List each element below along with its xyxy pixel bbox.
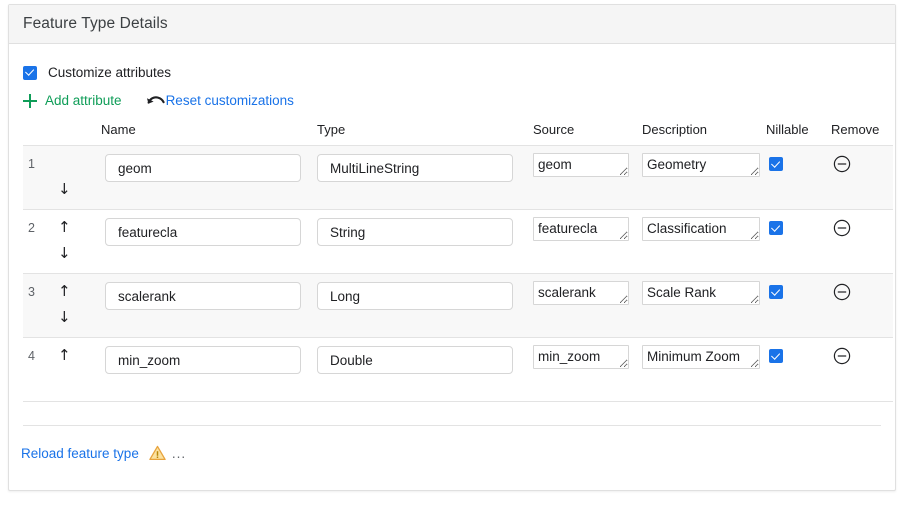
attribute-source-input[interactable]: scalerank bbox=[533, 281, 629, 305]
table-body: 1 ↓ geom Geometry 2 ↑ ↓ featurecla Classificatio… bbox=[23, 145, 893, 402]
move-up-icon[interactable]: ↑ bbox=[58, 220, 71, 235]
nillable-checkbox[interactable] bbox=[769, 221, 783, 235]
attribute-name-input[interactable] bbox=[105, 218, 301, 246]
move-up-icon[interactable]: ↑ bbox=[58, 348, 71, 363]
column-header-description: Description bbox=[642, 122, 708, 137]
reset-customizations-label: Reset customizations bbox=[165, 93, 294, 108]
customize-attributes-label: Customize attributes bbox=[48, 65, 172, 80]
card-header: Feature Type Details bbox=[9, 5, 895, 44]
move-down-icon[interactable]: ↓ bbox=[58, 310, 71, 325]
attribute-source-input[interactable]: featurecla bbox=[533, 217, 629, 241]
attribute-type-input[interactable] bbox=[317, 346, 513, 374]
column-header-name: Name bbox=[101, 122, 136, 137]
remove-attribute-icon[interactable] bbox=[833, 219, 851, 237]
row-index: 3 bbox=[28, 285, 35, 299]
feature-type-details-card: Feature Type Details Customize attribute… bbox=[8, 4, 896, 491]
table-header-row: Name Type Source Description Nillable Re… bbox=[9, 122, 886, 145]
attribute-description-input[interactable]: Scale Rank bbox=[642, 281, 760, 305]
footer: Reload feature type ... bbox=[9, 426, 895, 461]
row-index: 2 bbox=[28, 221, 35, 235]
attribute-description-input[interactable]: Classification bbox=[642, 217, 760, 241]
customize-attributes-row: Customize attributes bbox=[9, 44, 895, 80]
attribute-name-input[interactable] bbox=[105, 154, 301, 182]
card-body: Customize attributes Add attribute Reset… bbox=[9, 44, 895, 461]
nillable-checkbox[interactable] bbox=[769, 285, 783, 299]
move-up-icon[interactable]: ↑ bbox=[58, 284, 71, 299]
add-attribute-button[interactable]: Add attribute bbox=[23, 93, 122, 108]
undo-arrow-icon bbox=[146, 94, 165, 108]
footer-ellipsis: ... bbox=[171, 445, 187, 461]
page-title: Feature Type Details bbox=[23, 15, 168, 32]
table-row: 2 ↑ ↓ featurecla Classification bbox=[23, 210, 893, 274]
row-index: 4 bbox=[28, 349, 35, 363]
attribute-type-input[interactable] bbox=[317, 154, 513, 182]
actions-row: Add attribute Reset customizations bbox=[9, 80, 895, 108]
attributes-table: Name Type Source Description Nillable Re… bbox=[9, 122, 893, 402]
customize-attributes-checkbox[interactable] bbox=[23, 65, 37, 80]
nillable-checkbox[interactable] bbox=[769, 157, 783, 171]
table-row: 3 ↑ ↓ scalerank Scale Rank bbox=[23, 274, 893, 338]
attribute-name-input[interactable] bbox=[105, 346, 301, 374]
remove-attribute-icon[interactable] bbox=[833, 283, 851, 301]
move-down-icon[interactable]: ↓ bbox=[58, 246, 71, 261]
attribute-description-input[interactable]: Minimum Zoom bbox=[642, 345, 760, 369]
add-attribute-label: Add attribute bbox=[45, 93, 122, 108]
column-header-nillable: Nillable bbox=[766, 122, 809, 137]
column-header-type: Type bbox=[317, 122, 346, 137]
reload-feature-type-button[interactable]: Reload feature type bbox=[21, 446, 139, 461]
reset-customizations-button[interactable]: Reset customizations bbox=[146, 93, 294, 108]
nillable-checkbox[interactable] bbox=[769, 349, 783, 363]
attribute-name-input[interactable] bbox=[105, 282, 301, 310]
table-row: 4 ↑ min_zoom Minimum Zoom bbox=[23, 338, 893, 402]
plus-icon bbox=[23, 93, 37, 108]
attribute-source-input[interactable]: min_zoom bbox=[533, 345, 629, 369]
remove-attribute-icon[interactable] bbox=[833, 347, 851, 365]
attribute-description-input[interactable]: Geometry bbox=[642, 153, 760, 177]
row-index: 1 bbox=[28, 157, 35, 171]
column-header-remove: Remove bbox=[831, 122, 880, 137]
attribute-type-input[interactable] bbox=[317, 218, 513, 246]
attribute-type-input[interactable] bbox=[317, 282, 513, 310]
warning-triangle-icon[interactable] bbox=[149, 445, 166, 461]
column-header-source: Source bbox=[533, 122, 575, 137]
attribute-source-input[interactable]: geom bbox=[533, 153, 629, 177]
table-row: 1 ↓ geom Geometry bbox=[23, 146, 893, 210]
move-down-icon[interactable]: ↓ bbox=[58, 182, 71, 197]
remove-attribute-icon[interactable] bbox=[833, 155, 851, 173]
